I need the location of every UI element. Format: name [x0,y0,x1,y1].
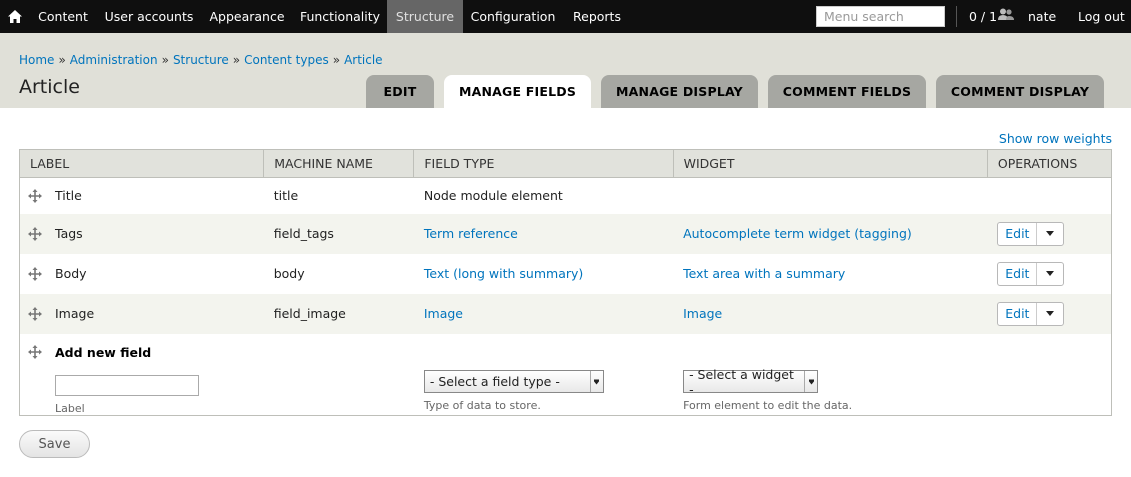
field-machine-name: body [273,266,305,281]
col-header-operations: OPERATIONS [987,149,1112,178]
breadcrumb-administration[interactable]: Administration [70,53,158,67]
show-row-weights-link[interactable]: Show row weights [999,131,1112,146]
caret-down-icon[interactable] [1037,263,1063,285]
caret-down-icon[interactable] [1037,303,1063,325]
empty-cell [987,334,1111,416]
operations-dropbutton: Edit [997,221,1065,246]
field-machine-name: title [273,188,299,204]
field-type-select-value: - Select a field type - [429,374,560,389]
table-row: Image field_image Image Image Edit [19,293,1112,334]
toolbar-item-user-accounts[interactable]: User accounts [97,0,201,33]
field-type-link[interactable]: Term reference [424,226,518,241]
username-link[interactable]: nate [1028,0,1056,33]
field-widget-link[interactable]: Text area with a summary [683,266,845,281]
breadcrumb-content-types[interactable]: Content types [244,53,329,67]
users-icon [998,0,1015,33]
widget-select-value: - Select a widget - [689,366,794,397]
tab-manage-display[interactable]: MANAGE DISPLAY [601,75,758,108]
widget-select[interactable]: - Select a widget - [683,367,819,397]
drag-handle-icon[interactable] [28,226,42,241]
toolbar-item-configuration[interactable]: Configuration [463,0,563,33]
tab-manage-fields[interactable]: MANAGE FIELDS [444,75,591,108]
drag-handle-icon[interactable] [28,266,42,281]
breadcrumb: Home» Administration» Structure» Content ty… [19,53,383,67]
operations-dropbutton: Edit [997,261,1065,286]
field-widget-link[interactable]: Image [683,306,722,321]
edit-button[interactable]: Edit [998,262,1038,285]
select-arrow-icon [589,371,603,392]
toolbar-item-reports[interactable]: Reports [563,0,631,33]
field-label: Tags [55,226,83,241]
user-counter: 0 / 1 [969,0,1015,33]
menu-search-input[interactable] [816,6,945,27]
toolbar-item-appearance[interactable]: Appearance [201,0,293,33]
field-label: Image [55,306,95,321]
tab-comment-display[interactable]: COMMENT DISPLAY [936,75,1104,108]
breadcrumb-article[interactable]: Article [344,53,383,67]
table-row: Tags field_tags Term reference Autocompl… [19,213,1112,254]
field-type-description: Type of data to store. [423,399,541,412]
table-row: Body body Text (long with summary) Text … [19,253,1112,294]
field-type-text: Node module element [423,188,563,204]
field-operations [987,178,1111,214]
operations-dropbutton: Edit [997,301,1065,326]
toolbar-item-content[interactable]: Content [29,0,97,33]
logout-link[interactable]: Log out [1078,0,1125,33]
admin-toolbar: Content User accounts Appearance Functio… [0,0,1131,33]
edit-button[interactable]: Edit [998,302,1038,325]
caret-down-icon[interactable] [1037,223,1063,245]
table-row: Title title Node module element [19,177,1112,214]
page-title: Article [19,76,80,98]
user-count-text: 0 / 1 [969,9,998,24]
select-arrow-icon [804,371,817,392]
field-type-link[interactable]: Text (long with summary) [424,266,583,281]
field-label: Title [55,188,82,204]
field-machine-name: field_image [273,306,346,321]
home-icon[interactable] [0,0,29,33]
toolbar-item-functionality[interactable]: Functionality [293,0,387,33]
field-widget-link[interactable]: Autocomplete term widget (tagging) [683,226,912,241]
col-header-field-type: FIELD TYPE [413,149,674,178]
breadcrumb-home[interactable]: Home [19,53,54,67]
field-machine-name: field_tags [273,226,334,241]
breadcrumb-structure[interactable]: Structure [173,53,229,67]
empty-cell [264,334,414,416]
drag-handle-icon[interactable] [28,306,42,321]
new-field-label-input[interactable] [55,374,199,396]
save-button[interactable]: Save [19,430,90,458]
drag-handle-icon[interactable] [28,345,42,359]
widget-description: Form element to edit the data. [683,399,853,412]
edit-button[interactable]: Edit [998,222,1038,245]
fields-table: LABEL MACHINE NAME FIELD TYPE WIDGET OPE… [19,149,1112,416]
table-header-row: LABEL MACHINE NAME FIELD TYPE WIDGET OPE… [19,149,1112,178]
toolbar-divider [956,6,957,27]
tab-edit[interactable]: EDIT [366,75,434,108]
field-widget [673,178,987,214]
col-header-label: LABEL [19,149,265,178]
add-new-field-title: Add new field [55,344,152,360]
col-header-widget: WIDGET [673,149,988,178]
drag-handle-icon[interactable] [28,188,42,203]
field-type-select[interactable]: - Select a field type - [423,370,604,393]
tab-comment-fields[interactable]: COMMENT FIELDS [768,75,926,108]
new-field-label-description: Label [55,401,85,415]
add-new-field-row: Add new field Label - Select a field typ… [19,333,1112,416]
col-header-machine-name: MACHINE NAME [263,149,415,178]
field-label: Body [55,266,87,281]
field-type-link[interactable]: Image [424,306,463,321]
toolbar-item-structure[interactable]: Structure [387,0,463,33]
